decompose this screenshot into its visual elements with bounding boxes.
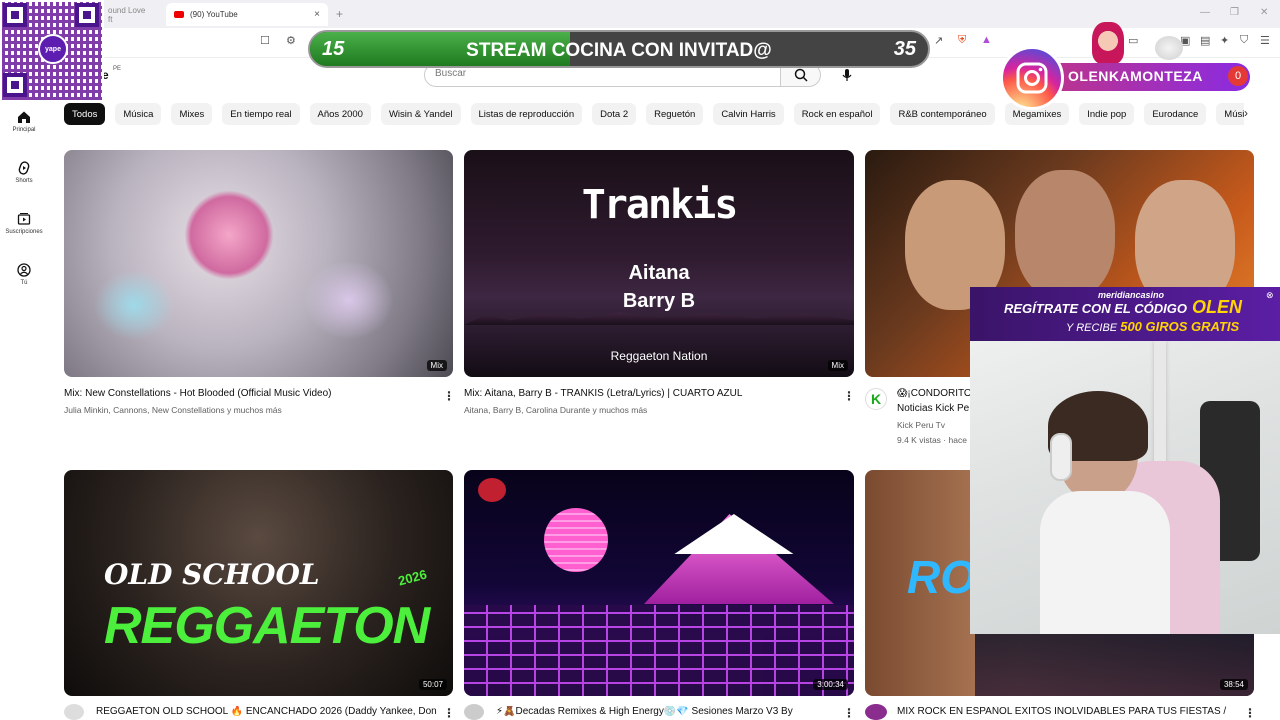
browser-tab-youtube[interactable]: (90) YouTube × xyxy=(166,3,328,26)
chip-rnb[interactable]: R&B contemporáneo xyxy=(890,103,995,125)
stream-goal-title: STREAM COCINA CON INVITAD@ xyxy=(466,40,772,61)
instagram-overlay: OLENKAMONTEZA 0 xyxy=(1000,46,1252,110)
window-close-icon[interactable]: ✕ xyxy=(1260,7,1268,18)
chip-listas[interactable]: Listas de reproducción xyxy=(470,103,583,125)
more-options-icon[interactable]: ⋮ xyxy=(843,389,855,403)
video-title[interactable]: Mix: Aitana, Barry B - TRANKIS (Letra/Ly… xyxy=(464,388,834,399)
chip-regueton[interactable]: Reguetón xyxy=(646,103,704,125)
chip-anos-2000[interactable]: Años 2000 xyxy=(309,103,371,125)
rewards-icon[interactable]: ▲ xyxy=(981,34,992,46)
chip-calvin-harris[interactable]: Calvin Harris xyxy=(713,103,784,125)
microphone-icon xyxy=(842,69,852,81)
chip-wisin-yandel[interactable]: Wisin & Yandel xyxy=(380,103,461,125)
mix-badge: Mix xyxy=(827,360,848,371)
tab-close-icon[interactable]: × xyxy=(314,9,320,20)
webcam-feed xyxy=(970,341,1280,634)
casino-promo-prefix: Y RECIBE xyxy=(1066,322,1118,334)
channel-logo-icon xyxy=(478,478,506,502)
stream-goal-bar: 15 STREAM COCINA CON INVITAD@ 35 xyxy=(308,30,930,68)
casino-promo-line1: REGÍTRATE CON EL CÓDIGO xyxy=(1004,301,1187,316)
more-options-icon[interactable]: ⋮ xyxy=(443,389,455,403)
casino-banner: meridiancasino REGÍTRATE CON EL CÓDIGO O… xyxy=(970,287,1280,341)
search-icon xyxy=(794,68,808,82)
more-options-icon[interactable]: ⋮ xyxy=(1244,706,1256,720)
video-meta: 9.4 K vistas · hace xyxy=(897,435,967,445)
home-icon xyxy=(18,111,30,123)
sidebar-item-label: Tú xyxy=(20,280,28,286)
region-code: PE xyxy=(113,66,122,72)
thumbnail-artist: Aitana xyxy=(628,262,690,284)
instagram-handle: OLENKAMONTEZA xyxy=(1068,68,1203,84)
minimize-icon[interactable]: — xyxy=(1200,7,1210,18)
tab-label: ound Love ft xyxy=(108,5,146,24)
chip-mixes[interactable]: Mixes xyxy=(171,103,213,125)
chip-todos[interactable]: Todos xyxy=(64,103,106,125)
yape-logo: yape xyxy=(38,34,68,64)
more-options-icon[interactable]: ⋮ xyxy=(843,706,855,720)
video-title[interactable]: ⚡🧸Decadas Remixes & High Energy💿💎 Sesion… xyxy=(496,706,838,717)
thumbnail-channel: Reggaeton Nation xyxy=(610,349,708,363)
duration-badge: 50:07 xyxy=(418,679,447,690)
bookmark-icon[interactable]: ☐ xyxy=(260,34,270,47)
more-options-icon[interactable]: ⋮ xyxy=(443,706,455,720)
video-title[interactable]: MIX ROCK EN ESPAÑOL EXITOS INOLVIDABLES … xyxy=(897,706,1237,717)
video-thumbnail[interactable]: Mix xyxy=(64,150,453,377)
video-channel[interactable]: Julia Minkin, Cannons, New Constellation… xyxy=(64,405,434,415)
instagram-icon xyxy=(1000,46,1064,110)
video-title-line2[interactable]: Noticias Kick Pe xyxy=(897,403,977,414)
video-channel[interactable]: Kick Peru Tv xyxy=(897,420,977,430)
chip-rock-espanol[interactable]: Rock en español xyxy=(793,103,881,125)
video-thumbnail[interactable]: OLD SCHOOL REGGAETON 2026 50:07 xyxy=(64,470,453,696)
casino-brand: meridiancasino xyxy=(1098,290,1165,300)
you-icon xyxy=(17,263,31,277)
video-title[interactable]: 😱¡CONDORITO xyxy=(897,388,977,399)
subscriptions-icon xyxy=(17,213,31,225)
browser-tab-previous[interactable]: ound Love ft xyxy=(100,3,160,26)
casino-promo-line2: Y RECIBE 500 GIROS GRATIS xyxy=(1066,319,1239,334)
casino-promo-code: OLEN xyxy=(1192,297,1243,317)
sidebar-item-label: Suscripciones xyxy=(5,229,43,235)
brave-shield-icon[interactable]: ⛨ xyxy=(958,34,966,47)
casino-promo-highlight: 500 GIROS GRATIS xyxy=(1120,319,1240,334)
youtube-favicon-icon xyxy=(174,11,184,18)
video-channel[interactable]: Aitana, Barry B, Carolina Durante y much… xyxy=(464,405,834,415)
duration-badge: 3:00:34 xyxy=(813,679,848,690)
sidebar-item-shorts[interactable]: Shorts xyxy=(0,161,48,184)
share-icon[interactable]: ↗ xyxy=(934,34,943,47)
instagram-count: 0 xyxy=(1228,66,1248,86)
chip-dota-2[interactable]: Dota 2 xyxy=(592,103,637,125)
video-title[interactable]: REGGAETÓN OLD SCHOOL 🔥 ENCANCHADO 2026 (… xyxy=(96,706,438,717)
channel-avatar[interactable] xyxy=(865,704,887,720)
video-title[interactable]: Mix: New Constellations - Hot Blooded (O… xyxy=(64,388,434,399)
thumbnail-artist: Barry B xyxy=(622,290,696,312)
thumbnail-line2: REGGAETON xyxy=(104,597,430,655)
sidebar-item-suscripciones[interactable]: Suscripciones xyxy=(0,212,48,235)
maximize-icon[interactable]: ❐ xyxy=(1230,7,1239,18)
overlay-close-icon: ⊗ xyxy=(1266,290,1274,300)
channel-avatar[interactable] xyxy=(464,704,484,720)
channel-avatar[interactable] xyxy=(64,704,84,720)
thumbnail-text: RO xyxy=(907,551,976,603)
shorts-icon xyxy=(18,161,30,175)
sidebar-item-principal[interactable]: Principal xyxy=(0,110,48,133)
menu-icon[interactable]: ☰ xyxy=(1260,34,1270,47)
new-tab-button[interactable]: + xyxy=(336,7,343,21)
yape-qr-code: yape xyxy=(0,0,104,102)
thumbnail-title: Trankis xyxy=(581,182,739,228)
chevron-right-icon[interactable]: › xyxy=(1244,106,1248,120)
channel-avatar[interactable]: K xyxy=(865,388,887,410)
chip-en-tiempo-real[interactable]: En tiempo real xyxy=(222,103,300,125)
sidebar-item-label: Principal xyxy=(12,127,36,133)
sidebar-item-label: Shorts xyxy=(15,178,33,184)
site-settings-icon[interactable]: ⚙ xyxy=(286,34,296,47)
thumbnail-line1: OLD SCHOOL xyxy=(104,558,320,591)
video-thumbnail[interactable]: 3:00:34 xyxy=(464,470,854,696)
chip-musica[interactable]: Música xyxy=(115,103,162,125)
mix-badge: Mix xyxy=(426,360,447,371)
stream-goal-target: 35 xyxy=(893,38,916,60)
tab-label: (90) YouTube xyxy=(190,10,238,19)
sidebar-item-tu[interactable]: Tú xyxy=(0,263,48,286)
duration-badge: 38:54 xyxy=(1219,679,1248,690)
video-thumbnail[interactable]: Trankis Aitana Barry B Reggaeton Nation … xyxy=(464,150,854,377)
